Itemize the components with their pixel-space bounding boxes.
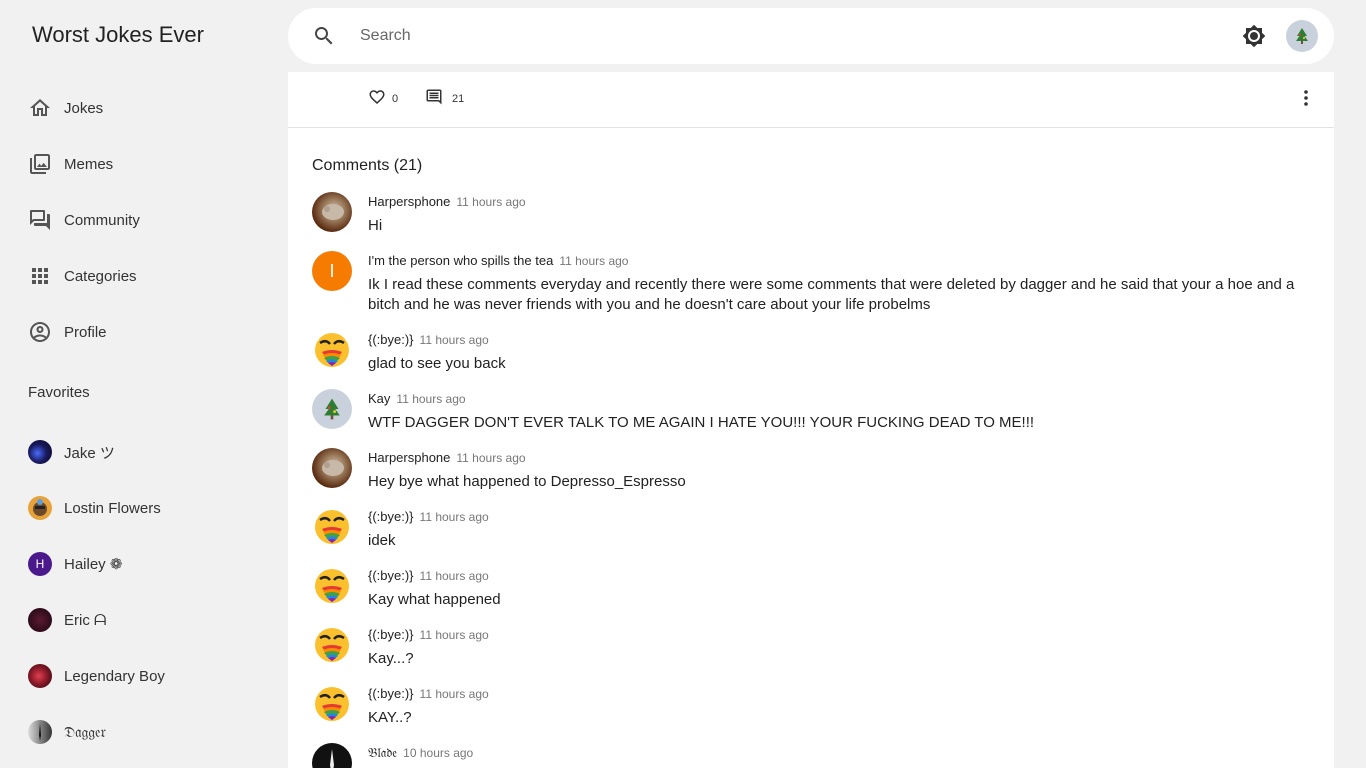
favorite-item[interactable]: 𝔇𝔞𝔤𝔤𝔢𝔯 [28, 712, 268, 752]
favorite-item[interactable]: Jake ツ [28, 432, 268, 472]
comment-text: Ik I read these comments everyday and re… [368, 276, 1295, 313]
more-vert-icon[interactable] [1294, 86, 1318, 110]
avatar[interactable] [312, 566, 352, 606]
comment-timestamp: 11 hours ago [456, 451, 526, 465]
avatar [28, 440, 52, 464]
nav-item-community[interactable]: Community [28, 200, 268, 240]
comment-text: Hey bye what happened to Depresso_Espres… [368, 473, 686, 490]
comment-author[interactable]: Harpersphone [368, 194, 450, 209]
comment-author[interactable]: {(:bye:)} [368, 509, 414, 524]
avatar [28, 664, 52, 688]
favorite-label: Jake ツ [64, 444, 115, 462]
avatar [28, 496, 52, 520]
avatar[interactable] [312, 684, 352, 724]
comment-timestamp: 11 hours ago [419, 687, 489, 701]
comments-title: Comments (21) [312, 157, 423, 174]
comment-text: Kay...? [368, 650, 414, 667]
like-count: 0 [392, 92, 399, 105]
brightness-icon[interactable] [1242, 24, 1266, 48]
home-icon [28, 96, 52, 120]
photo-library-icon [28, 152, 52, 176]
comment-timestamp: 11 hours ago [419, 510, 489, 524]
comment-author[interactable]: {(:bye:)} [368, 568, 414, 583]
account-circle-icon [28, 320, 52, 344]
heart-outline-icon [368, 88, 386, 109]
forum-icon [28, 208, 52, 232]
avatar[interactable] [312, 507, 352, 547]
favorite-label: Lostin Flowers [64, 499, 161, 517]
user-avatar[interactable] [1286, 20, 1318, 52]
avatar [28, 608, 52, 632]
comment-icon [425, 88, 443, 109]
comment-text: WTF DAGGER DON'T EVER TALK TO ME AGAIN I… [368, 414, 1035, 431]
comment-text: idek [368, 532, 396, 549]
comment-timestamp: 11 hours ago [559, 254, 629, 268]
sidebar: Worst Jokes Ever Jokes Memes Community C… [0, 0, 288, 768]
like-button[interactable]: 0 [368, 88, 398, 109]
comment-timestamp: 11 hours ago [419, 333, 489, 347]
comment-timestamp: 11 hours ago [396, 392, 466, 406]
favorites-title: Favorites [28, 384, 90, 401]
comment-author[interactable]: 𝔅𝔩𝔞𝔡𝔢 [368, 745, 397, 760]
comments-button[interactable]: 21 [425, 88, 464, 109]
nav-item-profile[interactable]: Profile [28, 312, 268, 352]
comment-text: KAY..? [368, 709, 412, 726]
avatar[interactable] [312, 743, 352, 768]
nav-label: Categories [64, 267, 137, 285]
nav-label: Memes [64, 155, 114, 173]
nav-item-memes[interactable]: Memes [28, 144, 268, 184]
apps-grid-icon [28, 264, 52, 288]
nav-item-jokes[interactable]: Jokes [28, 88, 268, 128]
avatar [28, 720, 52, 744]
comment-count: 21 [452, 92, 465, 105]
nav-label: Jokes [64, 99, 104, 117]
favorite-label: 𝔇𝔞𝔤𝔤𝔢𝔯 [64, 723, 106, 741]
comment-timestamp: 11 hours ago [419, 569, 489, 583]
comment-text: Hi [368, 217, 383, 234]
favorite-item[interactable]: H Hailey ❁ [28, 544, 268, 584]
favorite-label: Hailey ❁ [64, 556, 123, 573]
avatar[interactable] [312, 389, 352, 429]
favorite-item[interactable]: Lostin Flowers [28, 488, 268, 528]
comment-timestamp: 11 hours ago [419, 628, 489, 642]
avatar[interactable] [312, 448, 352, 488]
comment-author[interactable]: I'm the person who spills the tea [368, 253, 553, 268]
avatar[interactable] [312, 625, 352, 665]
comment-author[interactable]: {(:bye:)} [368, 686, 414, 701]
app-title[interactable]: Worst Jokes Ever [32, 22, 204, 48]
comments-section: Comments (21) Harpersphone 11 hours ago H… [288, 128, 1334, 768]
comment-author[interactable]: Harpersphone [368, 450, 450, 465]
post-actions-bar: 0 21 [288, 72, 1334, 128]
comment-author[interactable]: Kay [368, 391, 390, 406]
nav-label: Community [64, 211, 140, 229]
comment-timestamp: 11 hours ago [456, 195, 526, 209]
avatar[interactable] [312, 330, 352, 370]
nav-label: Profile [64, 323, 107, 341]
comment-text: glad to see you back [368, 355, 506, 372]
top-search-bar [288, 8, 1334, 64]
nav-item-categories[interactable]: Categories [28, 256, 268, 296]
avatar: H [28, 552, 52, 576]
comment-timestamp: 10 hours ago [403, 746, 474, 760]
favorite-label: Legendary Boy [64, 667, 165, 685]
comment-author[interactable]: {(:bye:)} [368, 332, 414, 347]
avatar[interactable] [312, 192, 352, 232]
search-input[interactable] [360, 22, 1220, 50]
comment-author[interactable]: {(:bye:)} [368, 627, 414, 642]
favorite-label: Eric ᗩ [64, 611, 107, 629]
comment-text: Kay what happened [368, 591, 501, 608]
favorite-item[interactable]: Legendary Boy [28, 656, 268, 696]
avatar[interactable]: I [312, 251, 352, 291]
search-icon[interactable] [312, 24, 336, 48]
favorite-item[interactable]: Eric ᗩ [28, 600, 268, 640]
